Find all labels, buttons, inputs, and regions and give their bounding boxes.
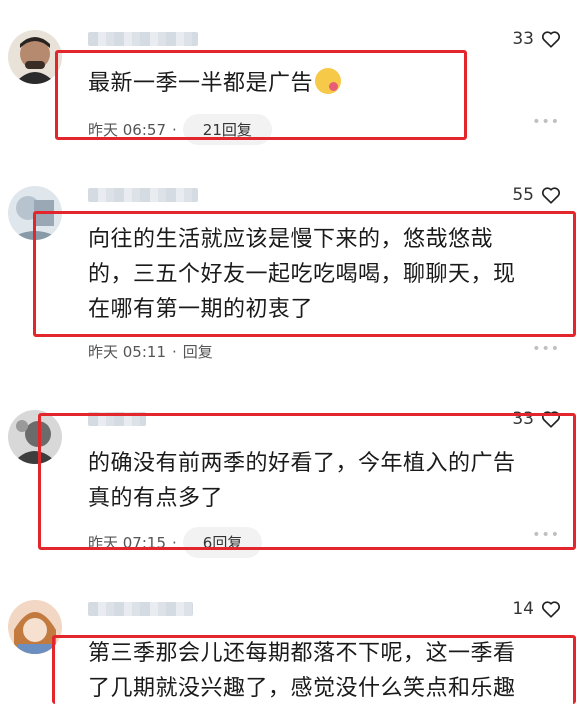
like-count: 55	[512, 185, 534, 205]
more-dots-icon[interactable]: •••	[532, 114, 560, 130]
comment-meta: 昨天 05:11 · 回复	[88, 341, 213, 362]
like-count: 14	[512, 599, 534, 619]
heart-outline-icon	[541, 187, 561, 204]
more-dots-icon[interactable]: •••	[532, 341, 560, 357]
username[interactable]	[88, 32, 198, 46]
heart-outline-icon	[541, 601, 561, 618]
like-count: 33	[512, 29, 534, 49]
highlight-box	[52, 635, 576, 704]
like-button[interactable]: 14	[512, 598, 562, 620]
separator-dot: ·	[172, 342, 177, 361]
username[interactable]	[88, 188, 198, 202]
avatar[interactable]	[8, 30, 62, 84]
reply-button[interactable]: 回复	[183, 341, 213, 362]
like-button[interactable]: 55	[512, 184, 562, 206]
highlight-box	[55, 50, 467, 140]
highlight-box	[33, 211, 576, 337]
username[interactable]	[88, 602, 193, 616]
highlight-box	[38, 413, 576, 550]
timestamp: 昨天 05:11	[88, 343, 166, 361]
heart-outline-icon	[541, 31, 561, 48]
like-button[interactable]: 33	[512, 28, 562, 50]
